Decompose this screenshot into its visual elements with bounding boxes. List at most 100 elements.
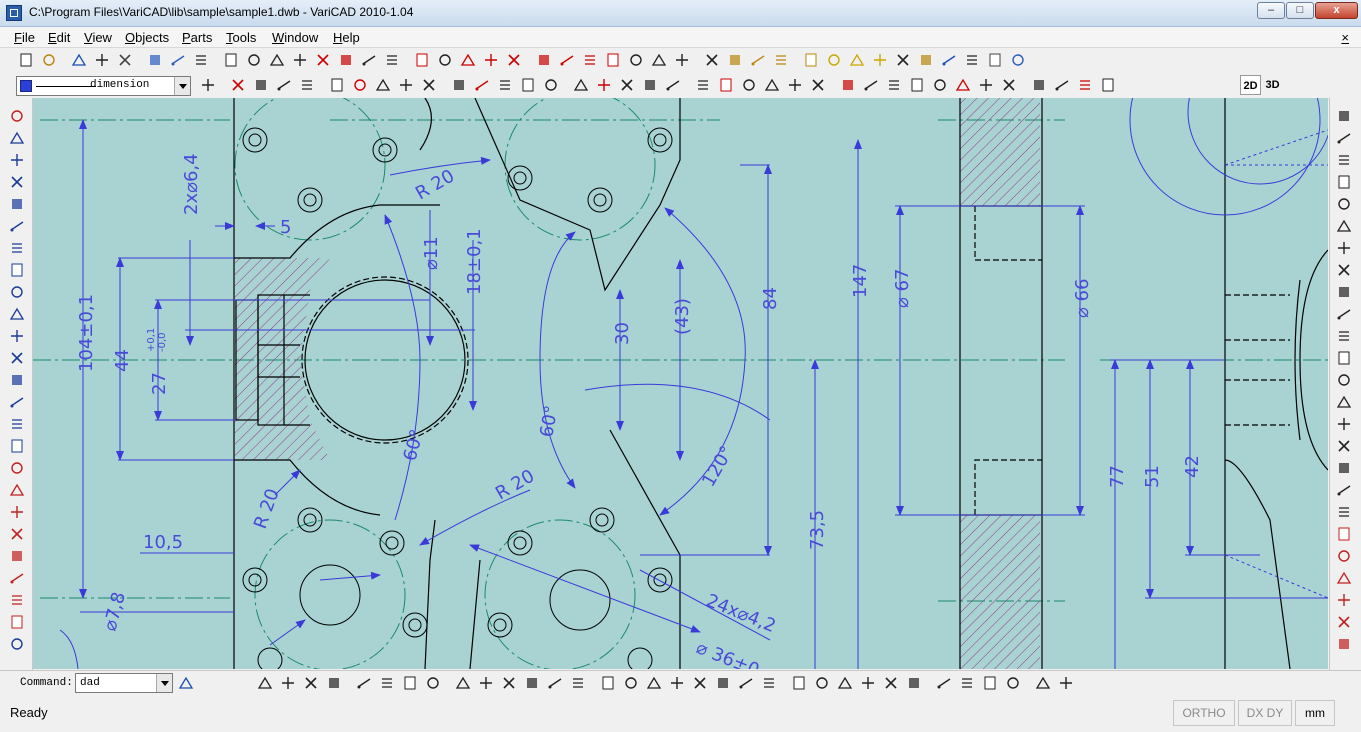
right-tool-icon[interactable]	[1336, 570, 1352, 586]
left-tool-icon[interactable]	[9, 636, 25, 652]
edit-tool-icon[interactable]	[955, 77, 971, 93]
edit-tool-icon[interactable]	[642, 77, 658, 93]
menu-tools[interactable]: Tools	[226, 30, 256, 45]
dimension-tool-icon[interactable]	[478, 675, 494, 691]
menu-view[interactable]: View	[84, 30, 112, 45]
right-tool-icon[interactable]	[1336, 592, 1352, 608]
view-3d-button[interactable]: 3D	[1262, 75, 1283, 95]
toolbar-tool-icon[interactable]	[559, 52, 575, 68]
toolbar-tool-icon[interactable]	[674, 52, 690, 68]
edit-tool-icon[interactable]	[978, 77, 994, 93]
toolbar-tool-icon[interactable]	[315, 52, 331, 68]
toolbar-tool-icon[interactable]	[750, 52, 766, 68]
dimension-tool-icon[interactable]	[692, 675, 708, 691]
dimension-tool-icon[interactable]	[860, 675, 876, 691]
dimension-tool-icon[interactable]	[455, 675, 471, 691]
edit-tool-icon[interactable]	[665, 77, 681, 93]
dimension-tool-icon[interactable]	[959, 675, 975, 691]
right-tool-icon[interactable]	[1336, 482, 1352, 498]
right-tool-icon[interactable]	[1336, 108, 1352, 124]
menu-file[interactable]: File	[14, 30, 35, 45]
toolbar-tool-icon[interactable]	[872, 52, 888, 68]
toolbar-tool-icon[interactable]	[918, 52, 934, 68]
drawing-canvas[interactable]: 2x⌀6,4 5 R 20 ⌀11 18±0,1 104±0,1 44 27 +…	[33, 98, 1328, 669]
toolbar-tool-icon[interactable]	[269, 52, 285, 68]
left-tool-icon[interactable]	[9, 614, 25, 630]
edit-tool-icon[interactable]	[1077, 77, 1093, 93]
mdi-close-button[interactable]: ×	[1341, 30, 1349, 45]
left-tool-icon[interactable]	[9, 130, 25, 146]
toolbar-tool-icon[interactable]	[704, 52, 720, 68]
layer-select[interactable]: dimension	[16, 76, 191, 96]
dimension-tool-icon[interactable]	[623, 675, 639, 691]
chevron-down-icon[interactable]	[174, 77, 190, 95]
toolbar-tool-icon[interactable]	[941, 52, 957, 68]
dimension-tool-icon[interactable]	[883, 675, 899, 691]
toolbar-tool-icon[interactable]	[582, 52, 598, 68]
left-tool-icon[interactable]	[9, 284, 25, 300]
dimension-tool-icon[interactable]	[738, 675, 754, 691]
edit-tool-icon[interactable]	[596, 77, 612, 93]
right-tool-icon[interactable]	[1336, 438, 1352, 454]
edit-tool-icon[interactable]	[276, 77, 292, 93]
right-tool-icon[interactable]	[1336, 416, 1352, 432]
dimension-tool-icon[interactable]	[547, 675, 563, 691]
dimension-tool-icon[interactable]	[402, 675, 418, 691]
dimension-tool-icon[interactable]	[906, 675, 922, 691]
right-tool-icon[interactable]	[1336, 460, 1352, 476]
left-tool-icon[interactable]	[9, 262, 25, 278]
left-tool-icon[interactable]	[9, 196, 25, 212]
maximize-button[interactable]: □	[1286, 2, 1314, 19]
toolbar-tool-icon[interactable]	[460, 52, 476, 68]
edit-tool-icon[interactable]	[375, 77, 391, 93]
dimension-tool-icon[interactable]	[761, 675, 777, 691]
toolbar-tool-icon[interactable]	[246, 52, 262, 68]
toolbar-tool-icon[interactable]	[605, 52, 621, 68]
edit-tool-icon[interactable]	[230, 77, 246, 93]
toolbar-tool-icon[interactable]	[338, 52, 354, 68]
toolbar-tool-icon[interactable]	[773, 52, 789, 68]
toolbar-tool-icon[interactable]	[147, 52, 163, 68]
menu-parts[interactable]: Parts	[182, 30, 212, 45]
left-tool-icon[interactable]	[9, 504, 25, 520]
toolbar-tool-icon[interactable]	[651, 52, 667, 68]
edit-tool-icon[interactable]	[764, 77, 780, 93]
right-tool-icon[interactable]	[1336, 636, 1352, 652]
units-indicator[interactable]: mm	[1295, 700, 1335, 726]
toolbar-tool-icon[interactable]	[193, 52, 209, 68]
toolbar-tool-icon[interactable]	[94, 52, 110, 68]
left-tool-icon[interactable]	[9, 306, 25, 322]
command-input[interactable]: dad	[75, 673, 173, 693]
right-tool-icon[interactable]	[1336, 130, 1352, 146]
right-tool-icon[interactable]	[1336, 284, 1352, 300]
toolbar-tool-icon[interactable]	[536, 52, 552, 68]
toolbar-tool-icon[interactable]	[628, 52, 644, 68]
right-tool-icon[interactable]	[1336, 262, 1352, 278]
edit-tool-icon[interactable]	[352, 77, 368, 93]
right-tool-icon[interactable]	[1336, 614, 1352, 630]
right-tool-icon[interactable]	[1336, 218, 1352, 234]
dimension-tool-icon[interactable]	[600, 675, 616, 691]
toolbar-tool-icon[interactable]	[223, 52, 239, 68]
menu-window[interactable]: Window	[272, 30, 318, 45]
left-tool-icon[interactable]	[9, 592, 25, 608]
dimension-tool-icon[interactable]	[715, 675, 731, 691]
left-tool-icon[interactable]	[9, 394, 25, 410]
right-tool-icon[interactable]	[1336, 174, 1352, 190]
dimension-tool-icon[interactable]	[982, 675, 998, 691]
left-tool-icon[interactable]	[9, 240, 25, 256]
right-tool-icon[interactable]	[1336, 328, 1352, 344]
dimension-tool-icon[interactable]	[425, 675, 441, 691]
toolbar-tool-icon[interactable]	[987, 52, 1003, 68]
toolbar-tool-icon[interactable]	[437, 52, 453, 68]
right-tool-icon[interactable]	[1336, 350, 1352, 366]
dxdy-toggle[interactable]: DX DY	[1238, 700, 1292, 726]
left-tool-icon[interactable]	[9, 152, 25, 168]
edit-tool-icon[interactable]	[520, 77, 536, 93]
toolbar-tool-icon[interactable]	[41, 52, 57, 68]
dimension-tool-icon[interactable]	[791, 675, 807, 691]
left-tool-icon[interactable]	[9, 350, 25, 366]
left-tool-icon[interactable]	[9, 416, 25, 432]
toolbar-tool-icon[interactable]	[1010, 52, 1026, 68]
left-tool-icon[interactable]	[9, 570, 25, 586]
